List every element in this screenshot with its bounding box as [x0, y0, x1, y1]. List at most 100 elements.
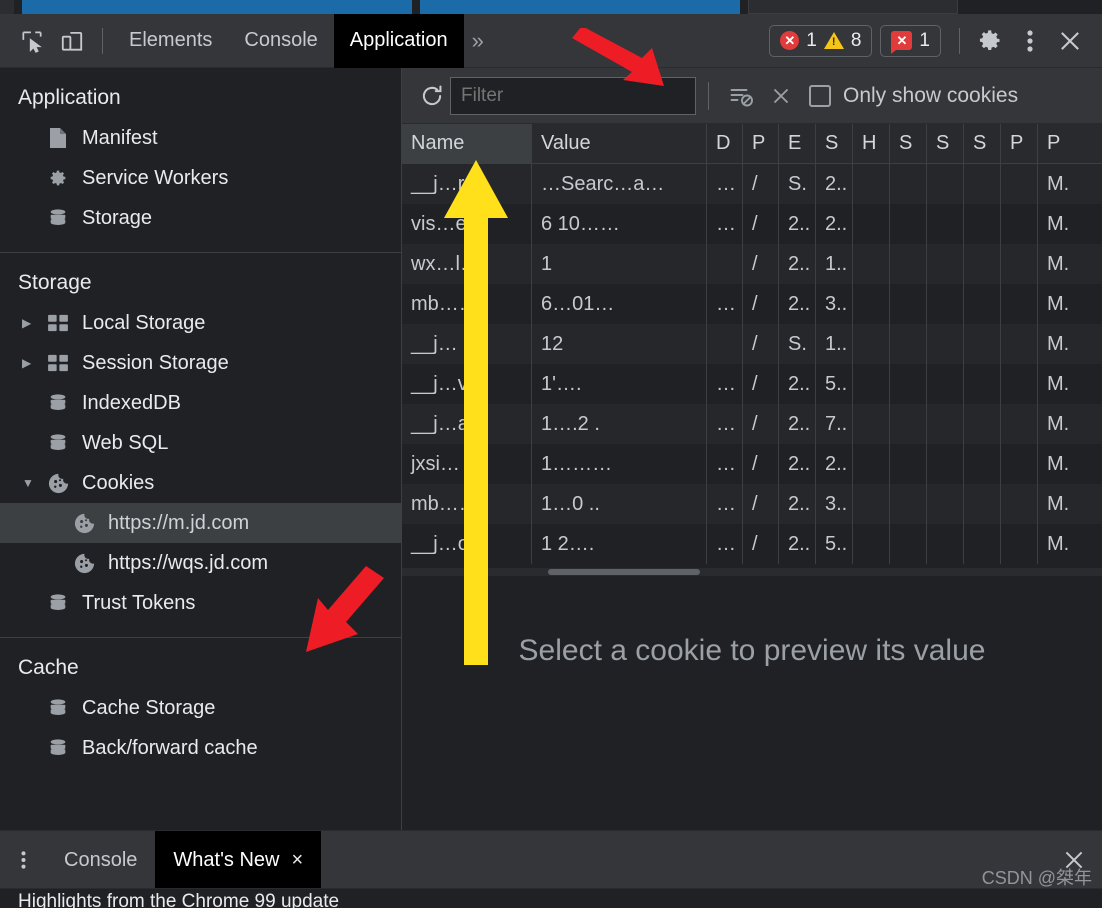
sidebar-section-title-application: Application [18, 86, 121, 109]
database-icon [46, 591, 70, 615]
cookie-table-body[interactable]: __j…r… …Searc…a…… / S. 2.. M. vis…ey 6 10………/2.… [402, 164, 1102, 576]
sidebar-item-indexeddb[interactable]: IndexedDB [0, 383, 401, 423]
clear-filtered-cookies-icon[interactable] [721, 77, 761, 115]
column-header-domain[interactable]: D [707, 124, 743, 163]
more-options-icon[interactable] [0, 831, 46, 889]
table-row[interactable]: __j… 12 /S. 1.. M. [402, 324, 1102, 364]
device-toolbar-icon[interactable] [52, 21, 92, 61]
column-header-secure[interactable]: S [890, 124, 927, 163]
cell-value: 6…01… [532, 284, 707, 324]
tab-application[interactable]: Application [333, 13, 464, 68]
cell-size: 3.. [816, 484, 853, 524]
sidebar-section-title-storage: Storage [18, 271, 92, 294]
inspect-element-icon[interactable] [12, 21, 52, 61]
drawer-tab-console-label: Console [64, 848, 138, 871]
cookie-icon [72, 511, 96, 535]
column-header-priority[interactable]: P [1001, 124, 1038, 163]
cell-path: / [743, 364, 779, 404]
column-header-value[interactable]: Value [532, 124, 707, 163]
more-options-icon[interactable] [1010, 21, 1050, 61]
more-panels-chevron-icon[interactable]: » [464, 28, 492, 54]
filter-input[interactable] [450, 76, 696, 115]
error-warning-counter[interactable]: ✕ 1 8 [769, 24, 873, 57]
database-icon [46, 696, 70, 720]
sidebar-item-web-sql[interactable]: Web SQL [0, 423, 401, 463]
cell-name: __j…v [402, 364, 532, 404]
sidebar-item-manifest[interactable]: Manifest [0, 118, 401, 158]
cell-secure [890, 324, 927, 364]
cell-priority [1001, 364, 1038, 404]
chevron-down-icon[interactable]: ▼ [22, 476, 34, 490]
cell-sameparty [964, 404, 1001, 444]
application-sidebar[interactable]: Application Manifest Service Workers Sto… [0, 68, 402, 830]
sidebar-section-cache: Cache Cache Storage Back/forward cache [0, 638, 401, 782]
close-icon[interactable]: × [291, 849, 303, 872]
refresh-icon[interactable] [414, 78, 450, 114]
sidebar-item-cookies[interactable]: ▼ Cookies [0, 463, 401, 503]
scrollbar-thumb[interactable] [548, 569, 700, 575]
cell-httponly [853, 404, 890, 444]
issues-counter[interactable]: ✕ 1 [880, 24, 941, 57]
column-header-name[interactable]: Name [402, 124, 532, 163]
sidebar-item-cookies-m-jd-com[interactable]: https://m.jd.com [0, 503, 401, 543]
column-header-httponly[interactable]: H [853, 124, 890, 163]
table-row[interactable]: mb…… 6…01……/2.. 3.. M. [402, 284, 1102, 324]
browser-tab-1[interactable] [22, 0, 412, 14]
sidebar-item-local-storage[interactable]: ▶ Local Storage [0, 303, 401, 343]
cell-priority [1001, 284, 1038, 324]
column-header-path[interactable]: P [743, 124, 779, 163]
only-show-cookies-checkbox[interactable]: Only show cookies [809, 84, 1018, 108]
sidebar-item-cookies-wqs-jd-com[interactable]: https://wqs.jd.com [0, 543, 401, 583]
table-row[interactable]: __j…o 1 2….…/2.. 5.. M. [402, 524, 1102, 564]
sidebar-item-trust-tokens[interactable]: Trust Tokens [0, 583, 401, 623]
cell-path: / [743, 284, 779, 324]
sidebar-item-storage[interactable]: Storage [0, 198, 401, 238]
cell-partition: M. [1047, 172, 1070, 195]
tab-elements[interactable]: Elements [113, 14, 228, 68]
table-row[interactable]: __j…v 1'….…/2.. 5.. M. [402, 364, 1102, 404]
close-icon[interactable] [1050, 21, 1090, 61]
chevron-right-icon[interactable]: ▶ [22, 316, 31, 330]
table-row[interactable]: vis…ey 6 10………/2.. 2.. M. [402, 204, 1102, 244]
browser-tab-strip [0, 0, 1102, 14]
table-row[interactable]: wx…l… 1 /2.. 1.. M. [402, 244, 1102, 284]
horizontal-scrollbar[interactable] [402, 568, 1102, 576]
table-row[interactable]: __j…a 1….2 .…/2.. 7.. M. [402, 404, 1102, 444]
cell-httponly [853, 524, 890, 564]
tab-console[interactable]: Console [228, 14, 333, 68]
column-header-size[interactable]: S [816, 124, 853, 163]
cell-partition: M. [1047, 532, 1070, 555]
table-row[interactable]: jxsi… 1…………/2.. 2.. M. [402, 444, 1102, 484]
drawer-tab-whats-new[interactable]: What's New × [155, 831, 322, 889]
sidebar-item-back-forward-cache[interactable]: Back/forward cache [0, 728, 401, 768]
sidebar-item-label-service-workers: Service Workers [82, 166, 229, 189]
chevron-right-icon[interactable]: ▶ [22, 356, 31, 370]
close-drawer-icon[interactable] [1046, 831, 1102, 889]
issue-count: 1 [919, 29, 930, 51]
browser-tab-3[interactable] [748, 0, 958, 14]
clear-all-cookies-icon[interactable] [761, 77, 801, 115]
cell-name: __j…a [402, 404, 532, 444]
cell-secure [890, 244, 927, 284]
cell-value: 1……… [532, 444, 707, 484]
cell-path: / [743, 164, 779, 204]
sidebar-item-service-workers[interactable]: Service Workers [0, 158, 401, 198]
cell-domain: … [707, 164, 743, 204]
cell-partition: M. [1047, 212, 1070, 235]
gear-icon[interactable] [970, 21, 1010, 61]
cookies-toolbar: Only show cookies [402, 68, 1102, 124]
sidebar-item-cache-storage[interactable]: Cache Storage [0, 688, 401, 728]
sidebar-item-label-cookies: Cookies [82, 471, 155, 494]
table-row[interactable]: mb…… 1…0 ..…/2.. 3.. M. [402, 484, 1102, 524]
browser-tab-2[interactable] [420, 0, 740, 14]
column-header-samesite[interactable]: S [927, 124, 964, 163]
cell-httponly [853, 204, 890, 244]
cell-httponly [853, 364, 890, 404]
drawer-tab-console[interactable]: Console [46, 831, 155, 889]
column-header-sameparty[interactable]: S [964, 124, 1001, 163]
column-header-expires[interactable]: E [779, 124, 816, 163]
checkbox-box-icon[interactable] [809, 84, 831, 107]
column-header-partition[interactable]: P [1038, 124, 1098, 163]
sidebar-item-session-storage[interactable]: ▶ Session Storage [0, 343, 401, 383]
table-row[interactable]: __j…r… …Searc…a…… / S. 2.. M. [402, 164, 1102, 204]
